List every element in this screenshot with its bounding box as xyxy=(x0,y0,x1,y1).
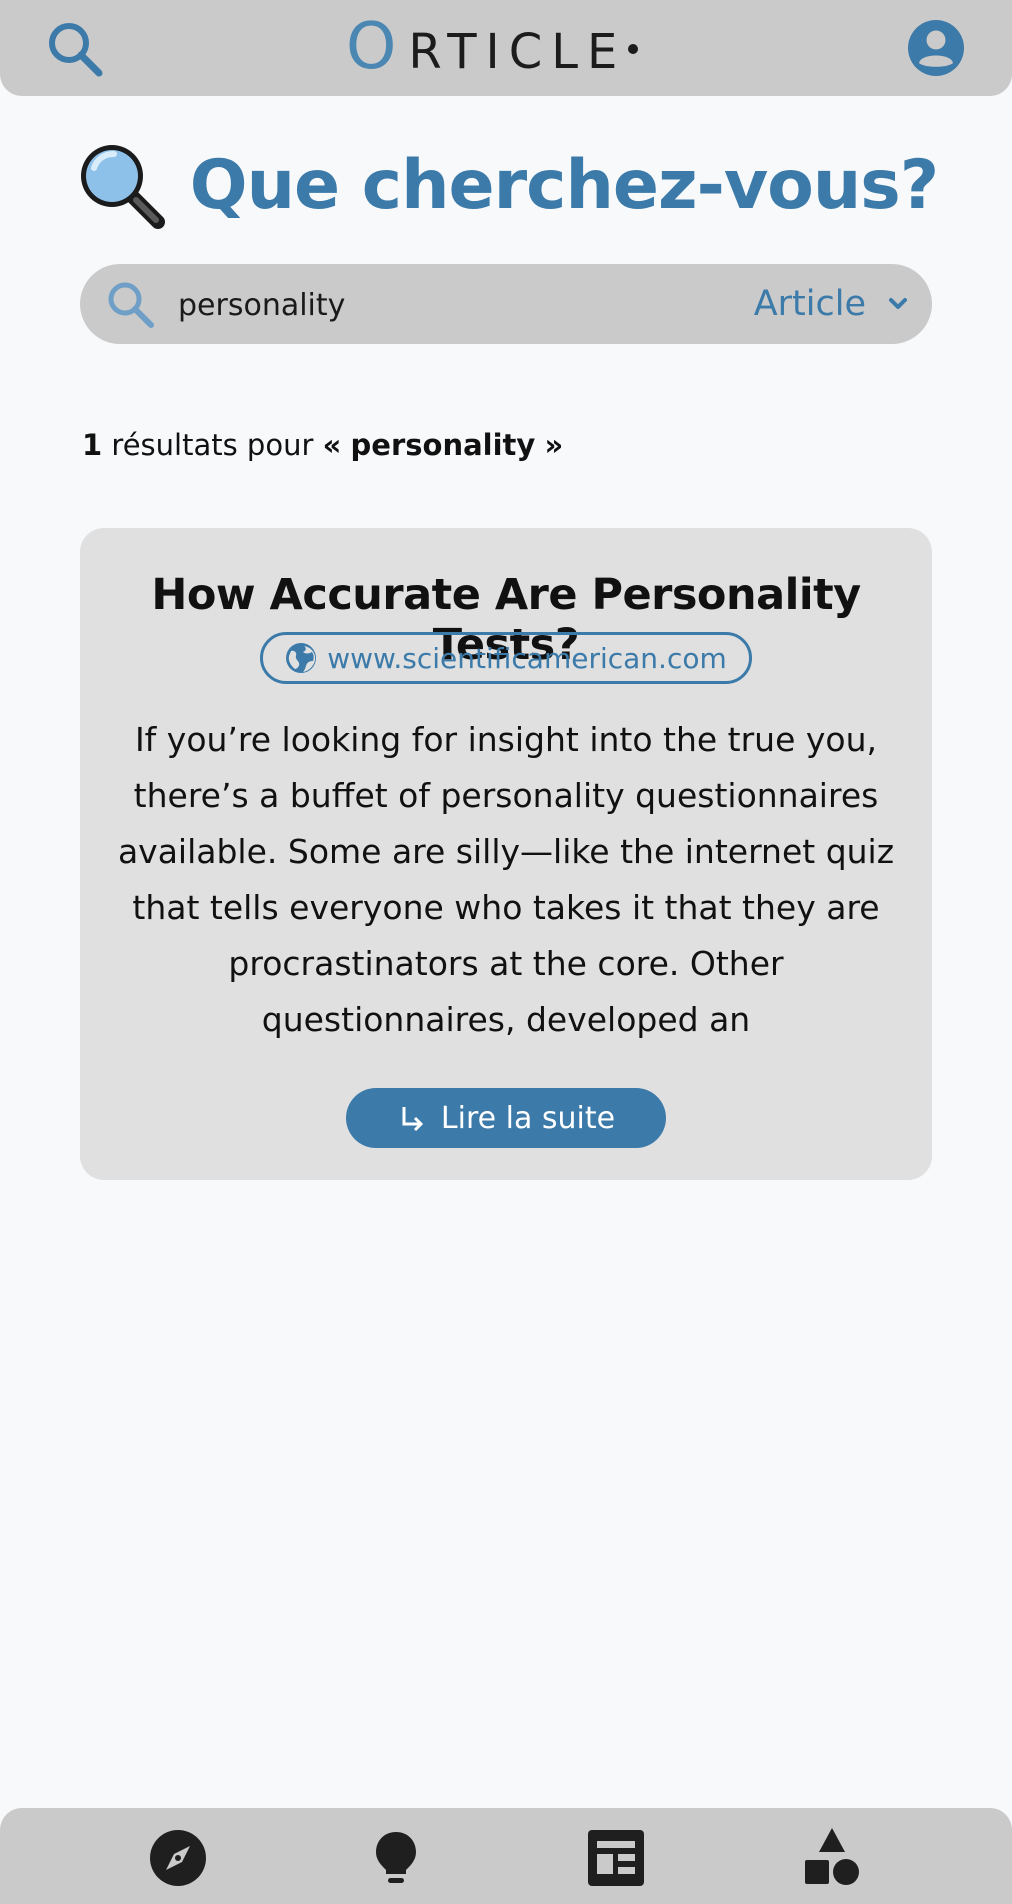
app-logo[interactable]: O RTICLE xyxy=(346,10,639,84)
read-more-label: Lire la suite xyxy=(440,1100,616,1136)
search-icon xyxy=(49,23,103,77)
lightbulb-icon xyxy=(376,1832,416,1883)
article-source-link[interactable]: www.scientificamerican.com xyxy=(260,632,752,684)
results-summary: 1 résultats pour « personality » xyxy=(82,428,563,462)
nav-articles[interactable] xyxy=(584,1826,648,1890)
nav-explore[interactable] xyxy=(146,1826,210,1890)
search-input[interactable] xyxy=(176,276,700,334)
results-close-quote: » xyxy=(544,428,564,462)
article-card: How Accurate Are Personality Tests? www.… xyxy=(80,528,932,1180)
shapes-icon xyxy=(805,1828,859,1885)
profile-button[interactable] xyxy=(906,18,966,78)
nav-categories[interactable] xyxy=(800,1826,864,1890)
magnifying-glass-emoji-icon xyxy=(80,145,165,229)
header-search-button[interactable] xyxy=(44,18,106,80)
results-query: personality xyxy=(350,428,536,462)
compass-icon xyxy=(150,1830,206,1886)
search-type-select[interactable]: Article xyxy=(754,274,912,334)
search-icon xyxy=(108,282,154,328)
logo-wordmark: RTICLE xyxy=(408,24,627,80)
nav-ideas[interactable] xyxy=(364,1826,428,1890)
results-count: 1 xyxy=(82,428,103,462)
article-source-url: www.scientificamerican.com xyxy=(327,641,727,675)
search-bar: Article xyxy=(80,264,932,344)
search-heading: Que cherchez-vous? xyxy=(0,138,1012,238)
results-text: résultats pour xyxy=(111,428,314,462)
search-type-label: Article xyxy=(753,284,866,324)
bottom-navigation xyxy=(0,1808,1012,1904)
read-more-button[interactable]: Lire la suite xyxy=(346,1088,666,1148)
user-account-icon xyxy=(908,20,964,76)
chevron-down-icon xyxy=(889,298,907,309)
globe-icon xyxy=(286,643,317,673)
article-excerpt: If you’re looking for insight into the t… xyxy=(117,720,895,1039)
top-header: O RTICLE xyxy=(0,0,1012,96)
subdirectory-arrow-right-icon xyxy=(402,1107,424,1132)
article-icon xyxy=(588,1830,644,1886)
logo-initial: O xyxy=(346,10,401,84)
results-open-quote: « xyxy=(322,428,342,462)
logo-dot xyxy=(628,44,639,54)
page-title: Que cherchez-vous? xyxy=(189,145,939,225)
